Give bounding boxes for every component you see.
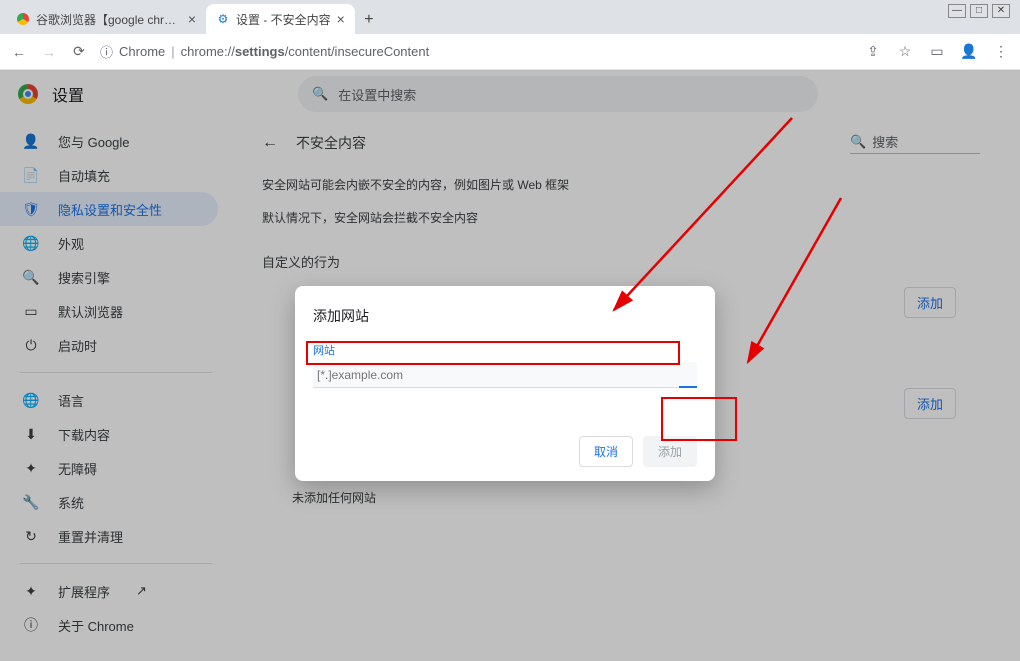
window-maximize[interactable]: □ (970, 4, 988, 18)
dialog-title: 添加网站 (313, 306, 697, 326)
dialog-cancel-button[interactable]: 取消 (579, 436, 633, 467)
close-icon[interactable]: × (188, 11, 196, 27)
shield-icon: 🛡 (22, 201, 40, 218)
globe-icon: 🌐 (22, 392, 40, 409)
appearance-icon: 🌐 (22, 235, 40, 252)
new-tab-button[interactable]: + (355, 6, 383, 34)
person-icon: 👤 (22, 133, 40, 150)
settings-title: 设置 (52, 82, 84, 106)
wrench-icon: 🔧 (22, 494, 40, 511)
extension-icon: ✦ (22, 583, 40, 600)
info-icon: ⓘ (22, 615, 40, 635)
tab-google-chrome[interactable]: 谷歌浏览器【google chrome】 × (6, 4, 206, 34)
dialog-add-button[interactable]: 添加 (643, 436, 697, 467)
url-scheme-label: Chrome (119, 44, 165, 59)
download-icon: ⬇ (22, 426, 40, 443)
omnibar-actions: ⇪ ☆ ▭ 👤 ⋮ (864, 43, 1010, 61)
sidebar-item-autofill[interactable]: 📄自动填充 (0, 158, 218, 192)
power-icon: ⏻ (22, 337, 40, 354)
custom-behavior-title: 自定义的行为 (262, 252, 980, 271)
nav-reload[interactable]: ⟳ (70, 43, 88, 61)
divider (20, 563, 212, 564)
sidebar-item-system[interactable]: 🔧系统 (0, 485, 218, 519)
description-line-1: 安全网站可能会内嵌不安全的内容，例如图片或 Web 框架 (262, 176, 980, 193)
close-icon[interactable]: × (337, 11, 345, 27)
input-focus-indicator (679, 386, 697, 388)
settings-search[interactable]: 🔍 在设置中搜索 (298, 76, 818, 112)
content-back-button[interactable]: ← (262, 134, 278, 152)
sidebar-item-privacy[interactable]: 🛡隐私设置和安全性 (0, 192, 218, 226)
menu-icon[interactable]: ⋮ (992, 43, 1010, 61)
site-field-label: 网站 (313, 342, 697, 358)
content-search-label: 搜索 (872, 132, 898, 151)
tab-label: 设置 - 不安全内容 (236, 11, 331, 28)
tab-settings-insecure[interactable]: ⚙ 设置 - 不安全内容 × (206, 4, 355, 34)
settings-header: 设置 🔍 在设置中搜索 (0, 70, 1020, 118)
tab-strip: 谷歌浏览器【google chrome】 × ⚙ 设置 - 不安全内容 × + (0, 0, 1020, 34)
sidebar-item-accessibility[interactable]: ✦无障碍 (0, 451, 218, 485)
sidebar-item-on-startup[interactable]: ⏻启动时 (0, 328, 218, 362)
chrome-logo-icon (18, 84, 38, 104)
reading-list-icon[interactable]: ▭ (928, 43, 946, 61)
address-bar[interactable]: ⓘ Chrome | chrome://settings/content/ins… (100, 42, 852, 61)
site-input[interactable] (313, 362, 697, 388)
settings-search-placeholder: 在设置中搜索 (338, 85, 416, 104)
add-allowed-site-button[interactable]: 添加 (904, 287, 956, 318)
sidebar-item-you-and-google[interactable]: 👤您与 Google (0, 124, 218, 158)
sidebar-item-downloads[interactable]: ⬇下载内容 (0, 417, 218, 451)
divider (20, 372, 212, 373)
window-minimize[interactable]: — (948, 4, 966, 18)
content-title: 不安全内容 (296, 133, 366, 153)
external-link-icon: ↗ (136, 583, 147, 599)
autofill-icon: 📄 (22, 167, 40, 184)
search-icon: 🔍 (22, 269, 40, 286)
share-icon[interactable]: ⇪ (864, 43, 882, 61)
add-site-dialog: 添加网站 网站 取消 添加 (295, 286, 715, 481)
content-search[interactable]: 🔍 搜索 (850, 132, 980, 154)
tab-label: 谷歌浏览器【google chrome】 (36, 11, 182, 28)
sidebar-item-default-browser[interactable]: ▭默认浏览器 (0, 294, 218, 328)
add-blocked-site-button[interactable]: 添加 (904, 388, 956, 419)
sidebar-item-languages[interactable]: 🌐语言 (0, 383, 218, 417)
accessibility-icon: ✦ (22, 460, 40, 477)
reset-icon: ↻ (22, 528, 40, 545)
sidebar-item-search-engine[interactable]: 🔍搜索引擎 (0, 260, 218, 294)
site-info-icon[interactable]: ⓘ (100, 42, 113, 61)
no-sites-text: 未添加任何网站 (292, 489, 980, 506)
window-controls: — □ ✕ (948, 4, 1010, 18)
sidebar-item-about[interactable]: ⓘ关于 Chrome (0, 608, 218, 642)
nav-forward[interactable]: → (40, 43, 58, 61)
window-close[interactable]: ✕ (992, 4, 1010, 18)
bookmark-icon[interactable]: ☆ (896, 43, 914, 61)
omnibar: ← → ⟳ ⓘ Chrome | chrome://settings/conte… (0, 34, 1020, 70)
browser-icon: ▭ (22, 303, 40, 320)
profile-icon[interactable]: 👤 (960, 43, 978, 61)
search-icon: 🔍 (312, 86, 328, 102)
settings-sidebar: 👤您与 Google 📄自动填充 🛡隐私设置和安全性 🌐外观 🔍搜索引擎 ▭默认… (0, 118, 232, 661)
sidebar-item-reset[interactable]: ↻重置并清理 (0, 519, 218, 553)
nav-back[interactable]: ← (10, 43, 28, 61)
sidebar-item-appearance[interactable]: 🌐外观 (0, 226, 218, 260)
description-line-2: 默认情况下，安全网站会拦截不安全内容 (262, 209, 980, 226)
sidebar-item-extensions[interactable]: ✦扩展程序↗ (0, 574, 218, 608)
chrome-icon (16, 12, 30, 26)
search-icon: 🔍 (850, 134, 866, 150)
gear-icon: ⚙ (216, 12, 230, 26)
